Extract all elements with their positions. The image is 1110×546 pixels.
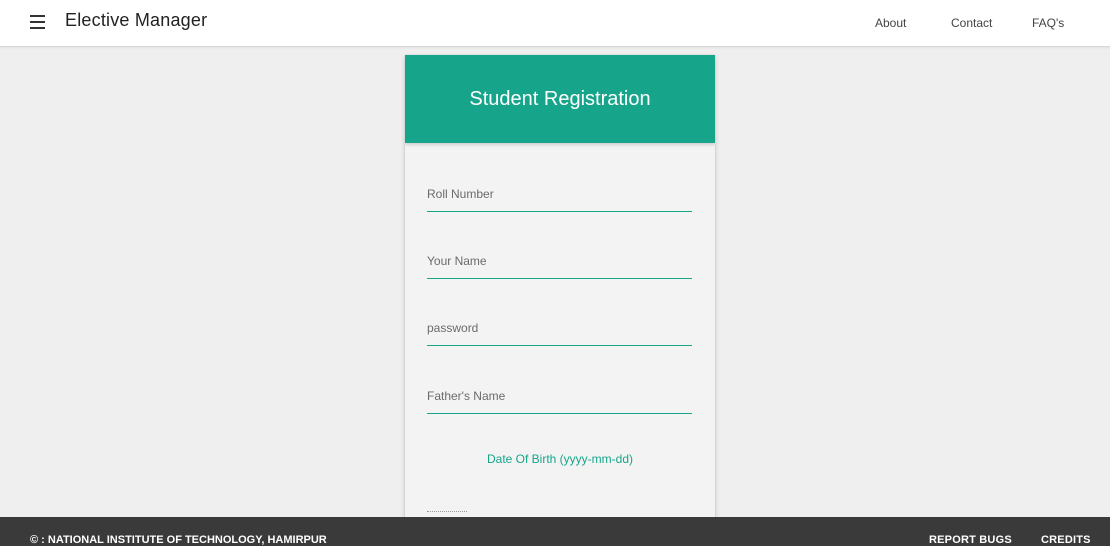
registration-card: Student Registration Date Of Birth (yyyy… — [405, 55, 715, 535]
footer: © : NATIONAL INSTITUTE OF TECHNOLOGY, HA… — [0, 517, 1110, 546]
roll-number-input[interactable] — [427, 181, 692, 207]
roll-number-field[interactable] — [427, 181, 692, 212]
footer-copyright: © : NATIONAL INSTITUTE OF TECHNOLOGY, HA… — [30, 534, 327, 546]
credits-link[interactable]: CREDITS — [1041, 534, 1091, 546]
date-of-birth-label: Date Of Birth (yyyy-mm-dd) — [486, 452, 633, 466]
father-name-input[interactable] — [427, 383, 692, 409]
brand-title[interactable]: Elective Manager — [65, 10, 207, 31]
father-name-field[interactable] — [427, 383, 692, 414]
card-header: Student Registration — [405, 55, 715, 143]
password-field[interactable] — [427, 315, 692, 346]
nav-link-about[interactable]: About — [875, 16, 906, 30]
name-field[interactable] — [427, 248, 692, 279]
password-input[interactable] — [427, 315, 692, 341]
nav-link-faqs[interactable]: FAQ's — [1032, 16, 1064, 30]
nav-link-contact[interactable]: Contact — [951, 16, 992, 30]
report-bugs-link[interactable]: REPORT BUGS — [929, 534, 1012, 546]
form-title: Student Registration — [469, 87, 651, 110]
name-input[interactable] — [427, 248, 692, 274]
top-navbar: Elective Manager About Contact FAQ's — [0, 0, 1110, 47]
hamburger-menu-icon[interactable] — [30, 15, 45, 29]
